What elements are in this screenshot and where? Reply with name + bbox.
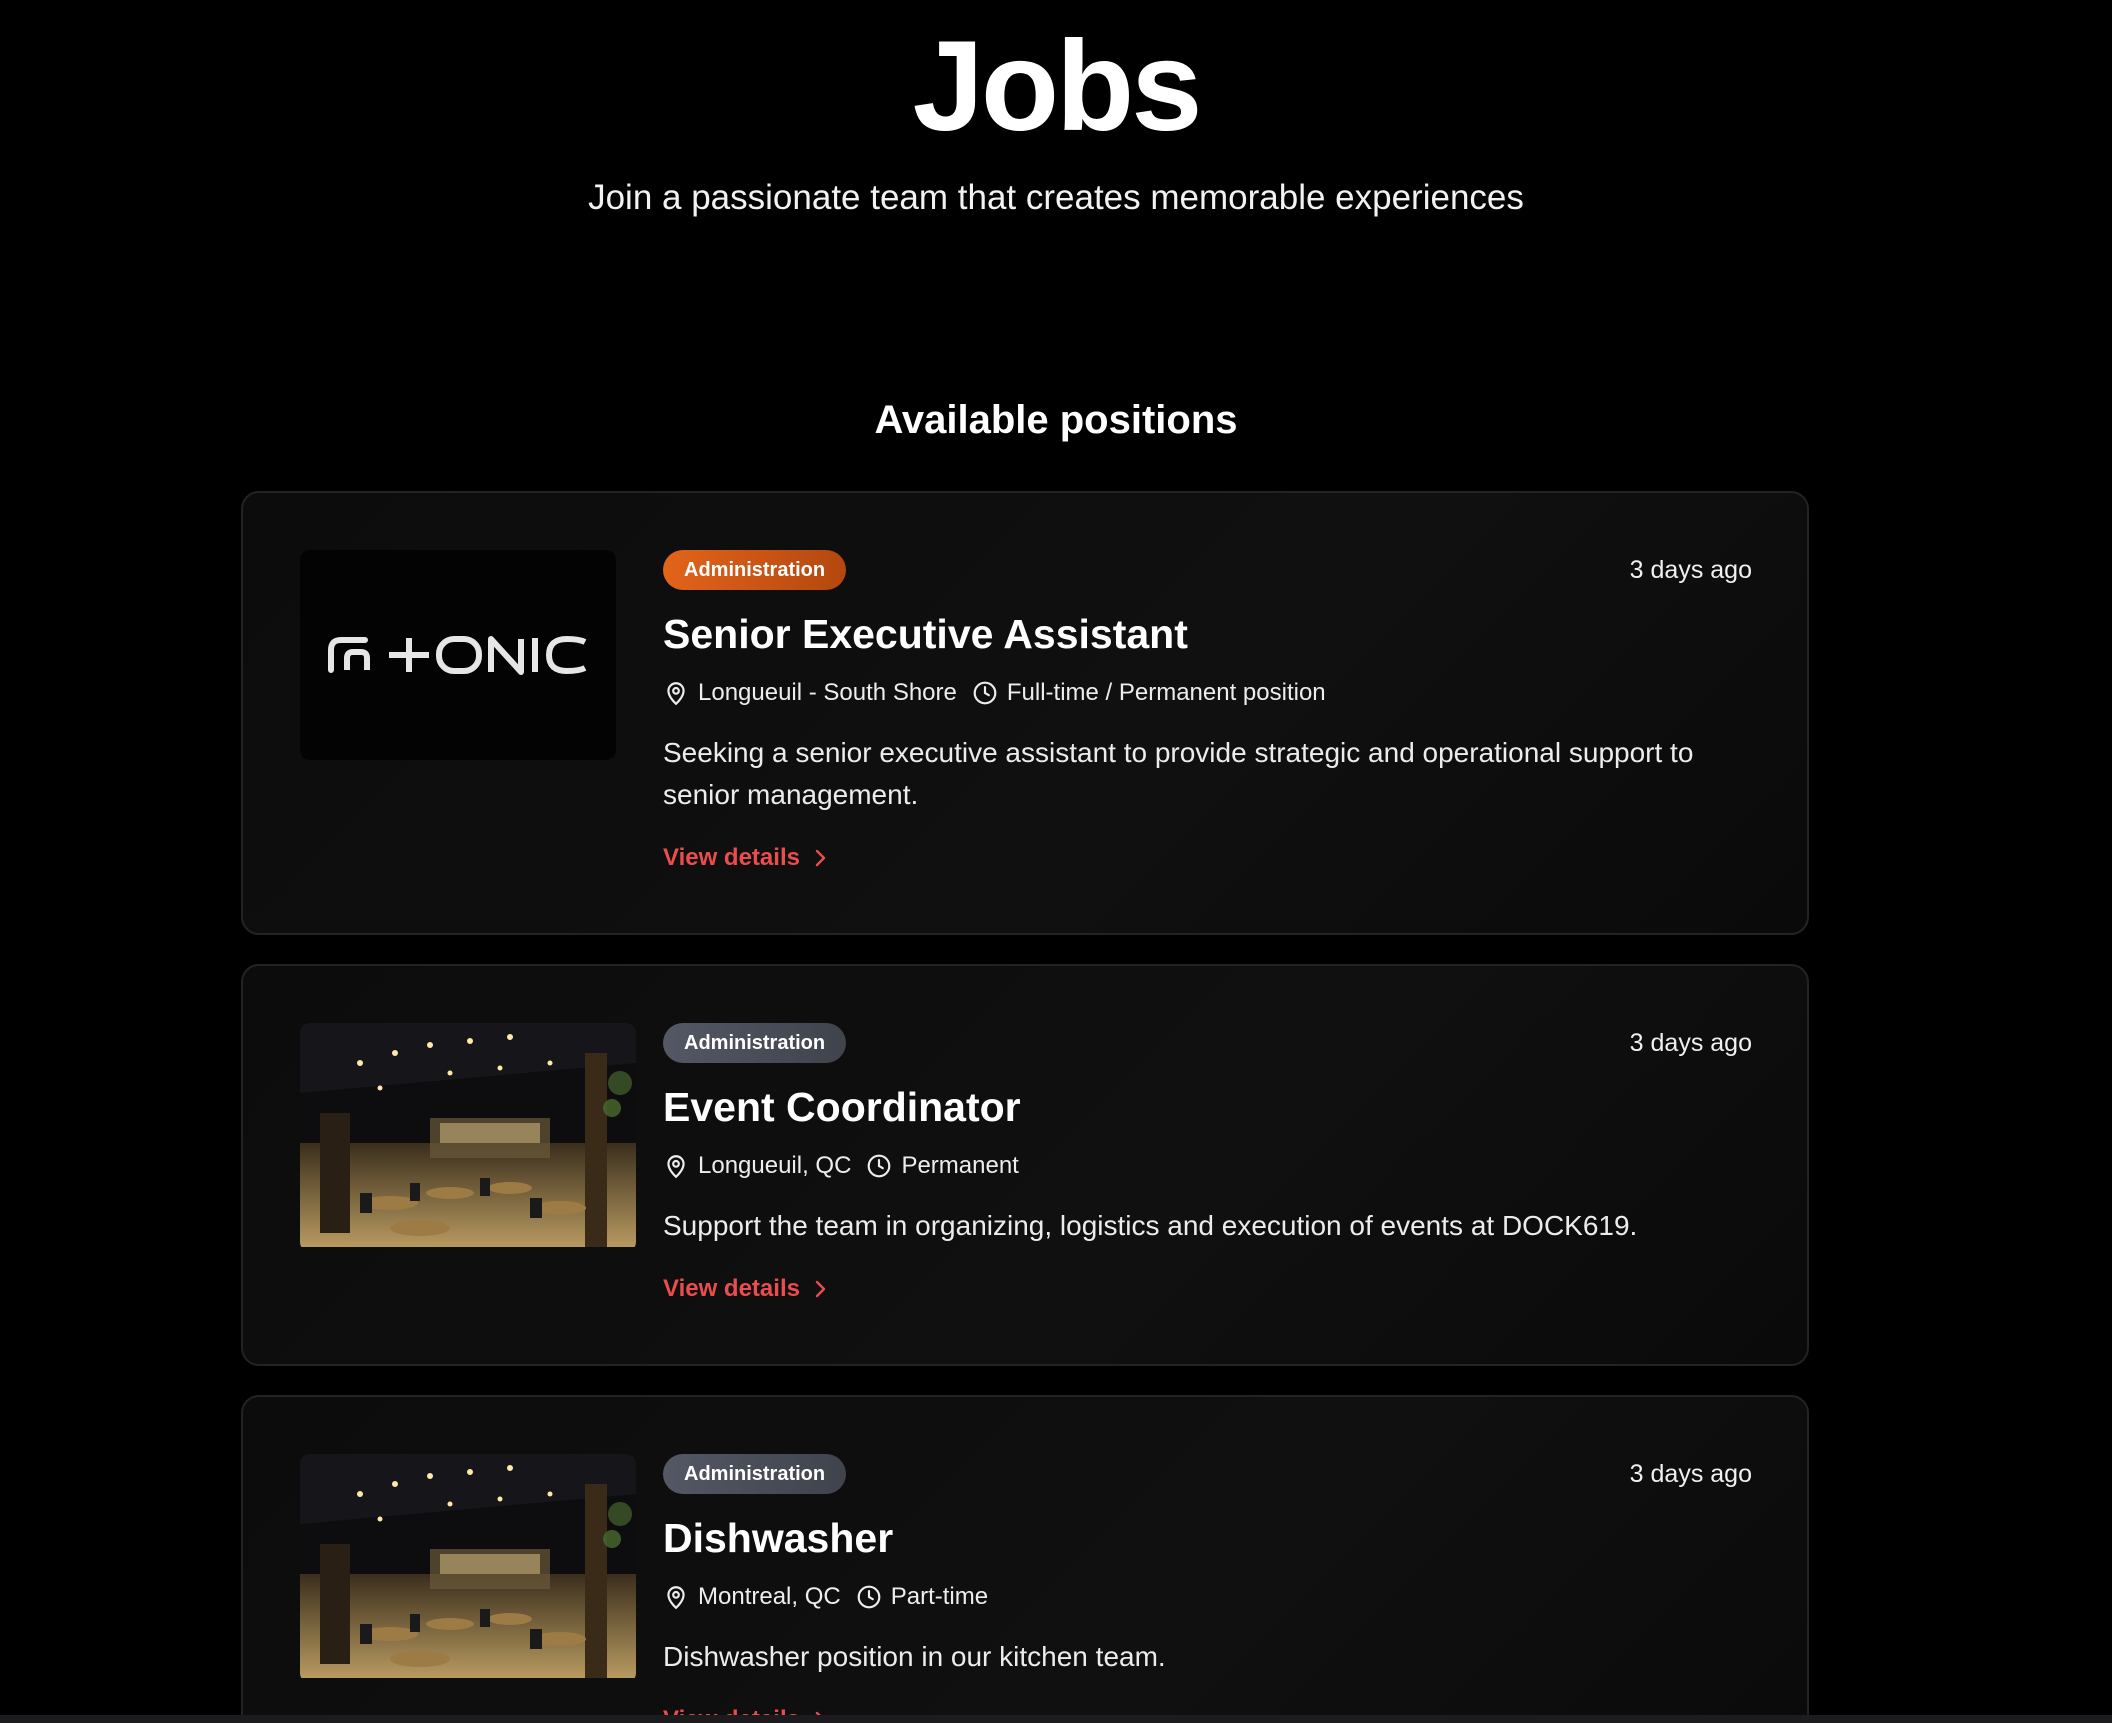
view-details-link[interactable]: View details (663, 1271, 830, 1307)
job-thumbnail-restaurant-photo (300, 1023, 636, 1252)
location-meta: Montreal, QC (663, 1580, 841, 1614)
section-title: Available positions (874, 398, 1238, 442)
page-title: Jobs (912, 15, 1203, 158)
map-pin-icon (663, 1584, 689, 1610)
job-title: Dishwasher (663, 1515, 894, 1561)
view-details-label: View details (663, 844, 800, 871)
chevron-right-icon (810, 1279, 830, 1299)
job-description: Seeking a senior executive assistant to … (663, 737, 1694, 810)
location-meta: Longueuil, QC (663, 1149, 851, 1183)
job-card[interactable]: Administration 3 days ago Senior Executi… (241, 491, 1809, 935)
schedule-meta: Full-time / Permanent position (972, 676, 1326, 710)
view-details-label: View details (663, 1275, 800, 1302)
job-title: Senior Executive Assistant (663, 611, 1188, 657)
job-meta: Longueuil, QC Permanent (663, 1149, 1752, 1183)
job-card[interactable]: Administration 3 days ago Dishwasher Mon… (241, 1395, 1809, 1723)
category-badge: Administration (663, 550, 847, 590)
posted-time: 3 days ago (1629, 1029, 1752, 1057)
posted-time: 3 days ago (1629, 1460, 1752, 1488)
job-schedule: Full-time / Permanent position (1006, 679, 1326, 706)
map-pin-icon (663, 680, 689, 706)
job-title: Event Coordinator (663, 1084, 1021, 1130)
category-badge: Administration (663, 1454, 847, 1494)
job-content: Administration 3 days ago Senior Executi… (663, 550, 1752, 876)
job-meta: Montreal, QC Part-time (663, 1580, 1752, 1614)
job-description: Support the team in organizing, logistic… (663, 1210, 1638, 1241)
category-badge: Administration (663, 1023, 847, 1063)
schedule-meta: Permanent (866, 1149, 1019, 1183)
job-thumbnail-restaurant-photo (300, 1454, 636, 1683)
job-meta: Longueuil - South Shore Full-time / Perm… (663, 676, 1752, 710)
job-content: Administration 3 days ago Event Coordina… (663, 1023, 1752, 1307)
clock-icon (856, 1584, 882, 1610)
job-location: Montreal, QC (698, 1583, 841, 1610)
page-subtitle: Join a passionate team that creates memo… (588, 178, 1524, 217)
job-description: Dishwasher position in our kitchen team. (663, 1641, 1166, 1672)
job-schedule: Permanent (901, 1152, 1019, 1179)
job-content: Administration 3 days ago Dishwasher Mon… (663, 1454, 1752, 1723)
clock-icon (866, 1153, 892, 1179)
clock-icon (972, 680, 998, 706)
jobs-page: Jobs Join a passionate team that creates… (0, 0, 2112, 1723)
job-location: Longueuil - South Shore (698, 679, 957, 706)
schedule-meta: Part-time (856, 1580, 988, 1614)
job-schedule: Part-time (890, 1583, 989, 1610)
tonic-logo (328, 635, 587, 675)
restaurant-photo (300, 1023, 636, 1247)
chevron-right-icon (810, 848, 830, 868)
restaurant-photo (300, 1454, 636, 1678)
map-pin-icon (663, 1153, 689, 1179)
posted-time: 3 days ago (1629, 556, 1752, 584)
view-details-link[interactable]: View details (663, 840, 830, 876)
location-meta: Longueuil - South Shore (663, 676, 957, 710)
job-card[interactable]: Administration 3 days ago Event Coordina… (241, 964, 1809, 1366)
job-thumbnail-tonic-logo (300, 550, 616, 760)
bottom-edge-bar (0, 1715, 2112, 1723)
job-location: Longueuil, QC (698, 1152, 852, 1179)
